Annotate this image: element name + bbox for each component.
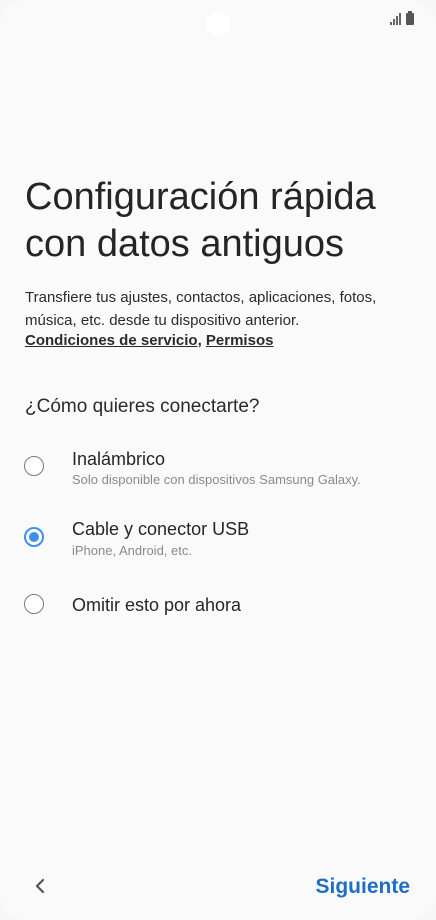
terms-link[interactable]: Condiciones de servicio [25, 332, 198, 349]
radio-button[interactable] [24, 456, 44, 476]
option-label: Omitir esto por ahora [72, 595, 242, 615]
links-separator: , [197, 332, 202, 349]
chevron-left-icon[interactable] [30, 876, 50, 896]
signal-icon [390, 13, 401, 25]
permissions-link[interactable]: Permisos [206, 332, 274, 349]
option-wireless[interactable]: Inalámbrico Solo disponible con disposit… [0, 446, 436, 496]
option-skip[interactable]: Omitir esto por ahora [0, 590, 436, 622]
status-bar [390, 11, 414, 25]
battery-icon [406, 11, 414, 25]
option-label: Inalámbrico [72, 449, 166, 469]
radio-button[interactable] [24, 594, 44, 614]
connection-question: ¿Cómo quieres conectarte? [25, 396, 260, 417]
setup-screen: Configuración rápida con datos antiguos … [0, 0, 436, 920]
next-button[interactable]: Siguiente [315, 874, 410, 900]
camera-cutout [206, 12, 230, 36]
legal-links: Condiciones de servicio, Permisos [25, 330, 273, 352]
radio-button-selected[interactable] [24, 527, 44, 547]
option-label: Cable y conector USB [72, 519, 250, 539]
option-usb-cable[interactable]: Cable y conector USB iPhone, Android, et… [0, 517, 436, 567]
page-title: Configuración rápida con datos antiguos [25, 176, 376, 265]
option-sublabel: Solo disponible con dispositivos Samsung… [72, 472, 361, 487]
page-description: Transfiere tus ajustes, contactos, aplic… [25, 289, 377, 329]
option-sublabel: iPhone, Android, etc. [72, 543, 192, 558]
